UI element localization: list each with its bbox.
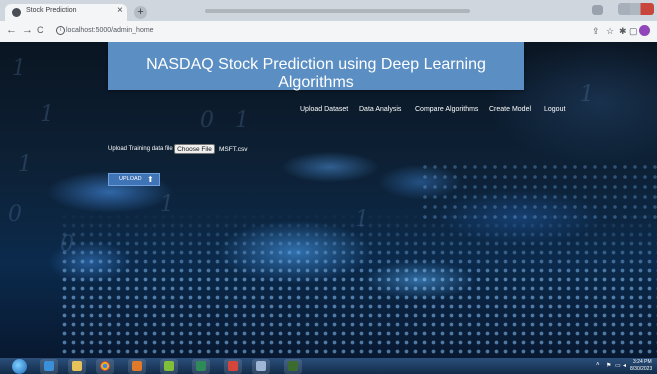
browser-tab-bar: Stock Prediction × + — [0, 0, 657, 21]
sidepanel-icon[interactable]: ▢ — [629, 26, 638, 37]
reload-icon[interactable]: C — [37, 25, 44, 35]
clock-date[interactable]: 8/30/2023 — [630, 366, 652, 372]
window-title-blur — [205, 9, 470, 13]
forward-icon[interactable]: → — [22, 24, 33, 36]
upload-file-label: Upload Training data file — [108, 146, 173, 152]
chrome-icon[interactable] — [96, 359, 114, 374]
profile-avatar[interactable] — [639, 25, 650, 36]
address-bar[interactable]: localhost:5000/admin_home — [66, 27, 154, 34]
star-icon[interactable]: ☆ — [606, 26, 614, 37]
profile-chevron-icon[interactable] — [592, 5, 603, 15]
extensions-icon[interactable]: ✱ — [619, 26, 627, 37]
background-digit: 1 — [580, 82, 594, 107]
share-icon[interactable]: ⇪ — [592, 26, 600, 37]
background-digit: 1 — [40, 102, 54, 127]
windows-taskbar — [0, 358, 657, 374]
page-title: NASDAQ Stock Prediction using Deep Learn… — [146, 56, 486, 91]
window-controls[interactable] — [618, 3, 654, 15]
background-digit: 0 — [60, 232, 74, 257]
tab-title: Stock Prediction — [26, 7, 77, 14]
volume-icon[interactable]: ◂ — [623, 362, 626, 369]
page-header: NASDAQ Stock Prediction using Deep Learn… — [108, 42, 524, 91]
upload-button[interactable]: UPLOAD ⬆ — [108, 173, 160, 186]
new-tab-button[interactable]: + — [134, 6, 147, 19]
background-digit: 1 — [12, 56, 26, 81]
background-digit: 0 — [200, 108, 214, 133]
tray-chevron-icon[interactable]: ˄ — [596, 362, 600, 368]
notepad-icon[interactable] — [252, 359, 270, 374]
nav-compare-algorithms[interactable]: Compare Algorithms — [415, 106, 478, 113]
nav-data-analysis[interactable]: Data Analysis — [359, 106, 401, 113]
excel-icon[interactable] — [192, 359, 210, 374]
media-player-icon[interactable] — [128, 359, 146, 374]
clock-time[interactable]: 3:24 PM — [633, 359, 652, 365]
start-button[interactable] — [12, 359, 27, 374]
nav-create-model[interactable]: Create Model — [489, 106, 531, 113]
close-tab-icon[interactable]: × — [117, 5, 123, 16]
info-icon[interactable]: i — [56, 26, 65, 35]
selected-file-name: MSFT.csv — [219, 146, 248, 153]
browser-toolbar: ← → C i localhost:5000/admin_home ⇪ ☆ ✱ … — [0, 21, 657, 43]
background-digit: 1 — [355, 207, 369, 232]
browser-tab[interactable]: Stock Prediction × — [5, 4, 127, 21]
choose-file-button[interactable]: Choose File — [174, 144, 215, 154]
background-digit: 1 — [235, 108, 249, 133]
upload-arrow-icon: ⬆ — [147, 175, 154, 184]
app-icon-dark[interactable] — [284, 359, 302, 374]
background-digit: 1 — [160, 192, 174, 217]
back-icon[interactable]: ← — [6, 24, 17, 36]
nav-logout[interactable]: Logout — [544, 106, 565, 113]
background-digit: 0 — [8, 202, 22, 227]
app-icon-green[interactable] — [160, 359, 178, 374]
app-icon-red[interactable] — [224, 359, 242, 374]
nav-upload-dataset[interactable]: Upload Dataset — [300, 106, 348, 113]
background-dot-grid — [60, 212, 657, 358]
network-icon[interactable]: ▭ — [615, 362, 621, 369]
page-viewport: 1 1 1 0 0 0 1 1 1 1 NASDAQ Stock Predict… — [0, 42, 657, 358]
background-digit: 1 — [18, 152, 32, 177]
file-explorer-icon[interactable] — [68, 359, 86, 374]
upload-button-label: UPLOAD — [119, 176, 142, 182]
flag-icon[interactable]: ⚑ — [606, 362, 611, 369]
internet-explorer-icon[interactable] — [40, 359, 58, 374]
globe-icon — [12, 8, 21, 17]
